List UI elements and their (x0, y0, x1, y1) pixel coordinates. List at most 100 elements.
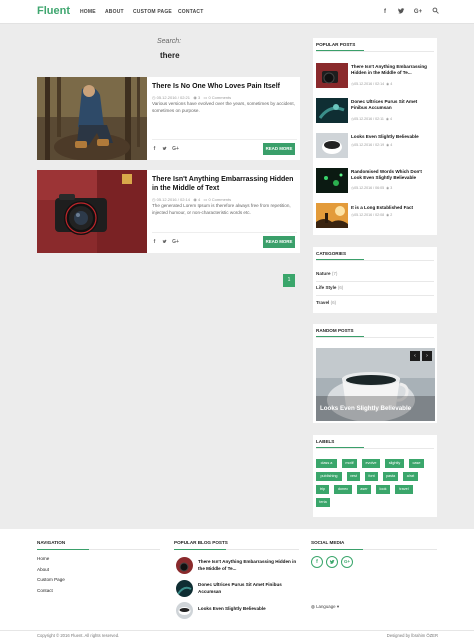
label-tag[interactable]: trip (316, 485, 329, 494)
nav-custom-page[interactable]: CUSTOM PAGE (133, 9, 172, 15)
search-icon[interactable] (430, 7, 440, 17)
read-more-button[interactable]: READ MORE (263, 143, 295, 155)
random-post-caption[interactable]: Looks Even Slightly Believable (320, 405, 411, 412)
slider-next-icon[interactable]: › (422, 351, 432, 361)
popular-post-thumbnail[interactable] (316, 98, 348, 123)
language-selector[interactable]: ◍ Language ▾ (311, 604, 339, 610)
footer-popular-title-link[interactable]: Donec Ultrices Purus Sit Amet Finibus Ac… (198, 582, 303, 595)
google-plus-share-icon[interactable]: G+ (171, 239, 180, 245)
post-comments[interactable]: 0 Comments (208, 95, 231, 100)
footer-twitter-icon[interactable] (326, 556, 338, 568)
label-tag[interactable]: class a (316, 459, 337, 468)
globe-icon: ◍ (311, 604, 315, 609)
site-footer: NAVIGATION Home About Custom Page Contac… (0, 529, 474, 630)
popular-post-title[interactable]: There Isn't Anything Embarrassing Hidden… (351, 64, 433, 76)
label-tag[interactable]: evolve (362, 459, 380, 468)
footer-title-underline (311, 549, 363, 550)
category-travel[interactable]: Travel (6) (316, 300, 336, 305)
footer-link-about[interactable]: About (37, 567, 49, 572)
post-image[interactable] (37, 77, 147, 160)
label-tag[interactable]: slightly (385, 459, 404, 468)
comment-icon: ▭ (203, 95, 208, 100)
popular-post-thumbnail[interactable] (316, 168, 348, 193)
designer-credit[interactable]: Designed by İbrahim ÖZER (387, 633, 438, 638)
category-life-style[interactable]: Life Style (6) (316, 285, 343, 290)
category-divider (316, 281, 434, 282)
popular-post-meta: ◷05.12.2016 / 02:08 ◉ 2 (351, 213, 393, 217)
label-tag[interactable]: teria (316, 498, 330, 507)
footer-popular-thumbnail[interactable] (176, 580, 193, 597)
popular-post-meta: ◷05.12.2016 / 02:14 ◉ 4 (351, 82, 393, 86)
footer-facebook-icon[interactable]: f (311, 556, 323, 568)
popular-posts-widget: POPULAR POSTS There Isn't Anything Embar… (313, 38, 437, 235)
popular-post-title[interactable]: Looks Even Slightly Believable (351, 134, 433, 140)
facebook-share-icon[interactable]: f (151, 239, 158, 245)
label-tag[interactable]: aser (357, 485, 371, 494)
read-more-button[interactable]: READ MORE (263, 236, 295, 248)
label-tag[interactable]: donec (334, 485, 352, 494)
popular-post-title[interactable]: Donec Ultrices Purus Sit Amet Finibus Ac… (351, 99, 433, 111)
twitter-icon[interactable] (396, 7, 406, 17)
label-tag[interactable]: publishing (316, 472, 342, 481)
clock-icon: ◷ (152, 95, 156, 100)
widget-divider (316, 51, 434, 52)
eye-icon: ◉ (193, 197, 197, 202)
eye-icon: ◉ (385, 117, 389, 121)
label-tag[interactable]: look (376, 485, 390, 494)
google-plus-icon[interactable]: G+ (413, 7, 423, 17)
footer-google-plus-icon[interactable]: G+ (341, 556, 353, 568)
popular-post-title[interactable]: Randomised Words Which Don't Look Even S… (351, 169, 433, 181)
post-card: There Isn't Anything Embarrassing Hidden… (37, 170, 300, 253)
post-comments[interactable]: 0 Comments (208, 197, 231, 202)
footer-popular-title-link[interactable]: There Isn't Anything Embarrassing Hidden… (198, 559, 303, 572)
post-divider (152, 232, 297, 233)
random-post-slide[interactable]: Looks Even Slightly Believable ‹ › (316, 348, 435, 421)
popular-post-thumbnail[interactable] (316, 203, 348, 228)
random-posts-widget: RANDOM POSTS Looks Even Slightly Believa… (313, 324, 437, 423)
footer-link-home[interactable]: Home (37, 556, 49, 561)
popular-post-thumbnail[interactable] (316, 63, 348, 88)
nav-home[interactable]: HOME (80, 9, 96, 15)
site-header: Fluent HOME ABOUT CUSTOM PAGE CONTACT f … (0, 0, 474, 24)
nav-contact[interactable]: CONTACT (178, 9, 203, 15)
footer-link-contact[interactable]: Contact (37, 588, 53, 593)
post-views: 3 (197, 95, 201, 100)
google-plus-share-icon[interactable]: G+ (171, 146, 180, 152)
post-card: There Is No One Who Loves Pain Itself ◷ … (37, 77, 300, 160)
slider-prev-icon[interactable]: ‹ (410, 351, 420, 361)
category-divider (316, 295, 434, 296)
footer-popular-thumbnail[interactable] (176, 602, 193, 619)
label-tag[interactable]: vest (347, 472, 360, 481)
popular-post-thumbnail[interactable] (316, 133, 348, 158)
label-tag[interactable]: alrat (403, 472, 418, 481)
pagination-current[interactable]: 1 (283, 274, 295, 287)
widget-divider (316, 337, 434, 338)
twitter-share-icon[interactable] (161, 239, 168, 246)
label-tag[interactable]: motif (342, 459, 357, 468)
popular-post-meta: ◷05.12.2016 / 02:11 ◉ 4 (351, 117, 392, 121)
twitter-share-icon[interactable] (161, 146, 168, 153)
facebook-share-icon[interactable]: f (151, 146, 158, 152)
footer-popular-title-link[interactable]: Looks Even Slightly Believable (198, 606, 303, 613)
popular-post-meta: ◷05.12.2016 / 02:19 ◉ 4 (351, 143, 393, 147)
post-title[interactable]: There Isn't Anything Embarrassing Hidden… (152, 176, 297, 193)
post-meta: ◷ 05.12.2016 / 02:21 ◉ 3 ▭ 0 Comments (152, 95, 231, 100)
label-tag[interactable]: travel (395, 485, 413, 494)
label-tag[interactable]: font (365, 472, 378, 481)
search-results-term: there (160, 51, 180, 60)
nav-about[interactable]: ABOUT (105, 9, 124, 15)
post-image[interactable] (37, 170, 147, 253)
label-tag[interactable]: case (409, 459, 424, 468)
footer-social-title: SOCIAL MEDIA (311, 540, 345, 545)
clock-icon: ◷ (152, 197, 156, 202)
eye-icon: ◉ (386, 213, 390, 217)
footer-popular-thumbnail[interactable] (176, 557, 193, 574)
footer-link-custom-page[interactable]: Custom Page (37, 577, 65, 582)
categories-widget: CATEGORIES Nature (7) Life Style (6) Tra… (313, 247, 437, 313)
site-logo[interactable]: Fluent (37, 5, 70, 17)
post-title[interactable]: There Is No One Who Loves Pain Itself (152, 83, 297, 92)
popular-post-title[interactable]: It is a Long Established Fact (351, 205, 433, 211)
facebook-icon[interactable]: f (380, 7, 390, 17)
category-nature[interactable]: Nature (7) (316, 271, 337, 276)
label-tag[interactable]: pasta (383, 472, 398, 481)
